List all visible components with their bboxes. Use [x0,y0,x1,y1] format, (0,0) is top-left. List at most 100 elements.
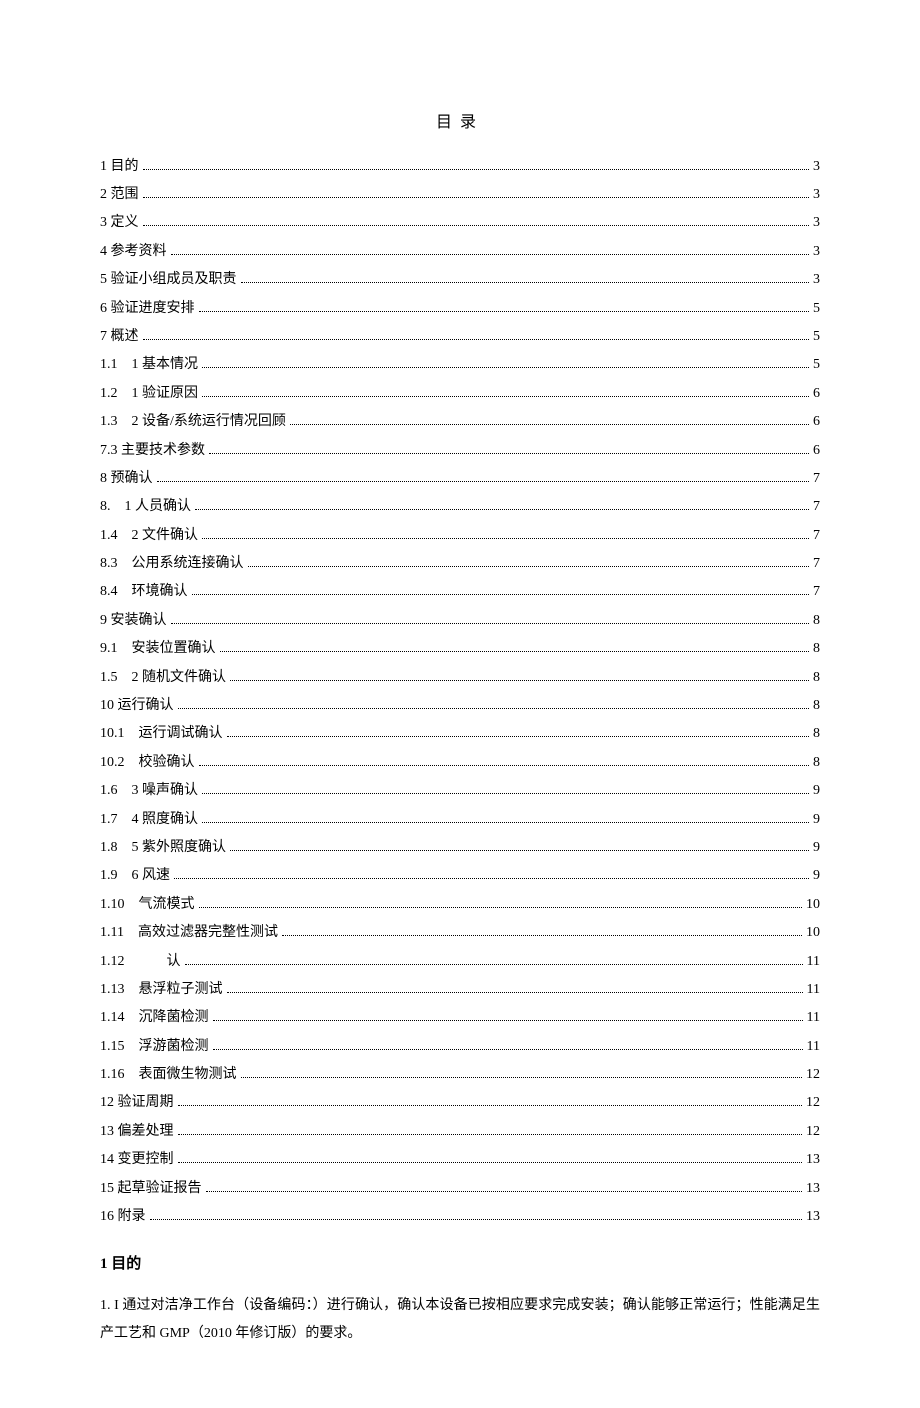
toc-entry: 1.8 5 紫外照度确认 9 [100,837,820,859]
toc-entry-label: 8. 1 人员确认 [100,496,191,518]
toc-leader-dots [206,1191,803,1192]
toc-entry-page: 9 [813,837,820,859]
toc-entry-label: 3 定义 [100,212,139,234]
toc-entry-page: 5 [813,326,820,348]
toc-entry-page: 7 [813,581,820,603]
toc-entry: 1.16 表面微生物测试12 [100,1064,820,1086]
toc-leader-dots [171,623,810,624]
toc-entry-label: 8.4 环境确认 [100,581,188,603]
toc-entry: 9.1 安装位置确认 8 [100,638,820,660]
toc-entry-page: 7 [813,525,820,547]
toc-entry-page: 10 [806,922,820,944]
toc-leader-dots [202,822,809,823]
toc-entry-label: 1.8 5 紫外照度确认 [100,837,226,859]
toc-entry: 1.14 沉降菌检测11 [100,1007,820,1029]
toc-entry: 15 起草验证报告13 [100,1178,820,1200]
toc-entry-page: 6 [813,440,820,462]
toc-leader-dots [202,538,809,539]
toc-entry-page: 9 [813,780,820,802]
toc-entry-page: 7 [813,496,820,518]
toc-leader-dots [150,1219,803,1220]
toc-entry-label: 1 目的 [100,156,139,178]
toc-entry-page: 6 [813,383,820,405]
toc-entry-label: 2 范围 [100,184,139,206]
toc-entry-label: 13 偏差处理 [100,1121,174,1143]
toc-entry-page: 8 [813,723,820,745]
toc-entry: 1.3 2 设备/系统运行情况回顾6 [100,411,820,433]
toc-leader-dots [202,793,809,794]
toc-entry-label: 7 概述 [100,326,139,348]
toc-entry: 12 验证周期 12 [100,1092,820,1114]
toc-leader-dots [185,964,803,965]
toc-entry-label: 1.16 表面微生物测试 [100,1064,237,1086]
toc-leader-dots [227,736,810,737]
toc-entry: 8.4 环境确认 7 [100,581,820,603]
toc-entry-label: 12 验证周期 [100,1092,174,1114]
toc-entry-label: 8 预确认 [100,468,153,490]
toc-entry-label: 1.2 1 验证原因 [100,383,198,405]
toc-entry-page: 12 [806,1092,820,1114]
toc-entry-page: 11 [807,1007,820,1029]
toc-entry: 1 目的3 [100,156,820,178]
toc-leader-dots [178,1162,803,1163]
toc-entry-label: 10 运行确认 [100,695,174,717]
toc-entry: 1.7 4 照度确认 9 [100,809,820,831]
toc-entry: 1.2 1 验证原因 6 [100,383,820,405]
toc-entry: 7.3 主要技术参数 6 [100,440,820,462]
toc-leader-dots [282,935,802,936]
toc-leader-dots [213,1020,803,1021]
toc-entry-label: 1.10 气流模式 [100,894,195,916]
toc-entry-label: 16 附录 [100,1206,146,1228]
toc-entry-page: 8 [813,638,820,660]
toc-entry-label: 10.1 运行调试确认 [100,723,223,745]
toc-entry-page: 8 [813,667,820,689]
toc-entry: 7 概述 5 [100,326,820,348]
toc-entry: 1.10 气流模式10 [100,894,820,916]
toc-entry-label: 14 变更控制 [100,1149,174,1171]
toc-leader-dots [171,254,810,255]
toc-entry: 1.6 3 噪声确认9 [100,780,820,802]
toc-entry-page: 3 [813,269,820,291]
toc-entry-page: 9 [813,809,820,831]
toc-leader-dots [202,396,809,397]
toc-leader-dots [192,594,810,595]
toc-entry-label: 1.12 认 [100,951,181,973]
toc-leader-dots [178,1105,803,1106]
toc-entry-page: 3 [813,241,820,263]
toc-entry: 8 预确认7 [100,468,820,490]
toc-entry-label: 7.3 主要技术参数 [100,440,205,462]
toc-leader-dots [143,197,810,198]
toc-entry: 10.1 运行调试确认 8 [100,723,820,745]
toc-entry-label: 15 起草验证报告 [100,1178,202,1200]
toc-leader-dots [202,367,809,368]
toc-leader-dots [199,907,803,908]
toc-leader-dots [230,850,809,851]
toc-entry: 14 变更控制13 [100,1149,820,1171]
toc-entry: 1.11 高效过滤器完整性测试 10 [100,922,820,944]
toc-entry-label: 1.1 1 基本情况 [100,354,198,376]
toc-entry-page: 3 [813,212,820,234]
toc-entry: 1.4 2 文件确认7 [100,525,820,547]
toc-entry: 8. 1 人员确认 7 [100,496,820,518]
toc-entry: 4 参考资料3 [100,241,820,263]
toc-entry-page: 11 [807,1036,820,1058]
toc-leader-dots [199,765,810,766]
toc-entry-label: 1.3 2 设备/系统运行情况回顾 [100,411,286,433]
toc-leader-dots [227,992,803,993]
toc-leader-dots [157,481,810,482]
toc-entry-label: 1.9 6 风速 [100,865,170,887]
table-of-contents: 1 目的32 范围33 定义34 参考资料35 验证小组成员及职责36 验证进度… [100,156,820,1229]
toc-entry: 10 运行确认8 [100,695,820,717]
toc-entry-label: 1.11 高效过滤器完整性测试 [100,922,278,944]
toc-entry-label: 1.7 4 照度确认 [100,809,198,831]
toc-entry-label: 9.1 安装位置确认 [100,638,216,660]
toc-leader-dots [195,509,809,510]
toc-entry-page: 3 [813,184,820,206]
toc-entry-page: 9 [813,865,820,887]
toc-leader-dots [241,1077,803,1078]
toc-entry: 1.15 浮游菌检测11 [100,1036,820,1058]
toc-entry: 1.13 悬浮粒子测试11 [100,979,820,1001]
toc-leader-dots [213,1049,803,1050]
toc-entry: 10.2 校验确认8 [100,752,820,774]
toc-entry-page: 5 [813,354,820,376]
